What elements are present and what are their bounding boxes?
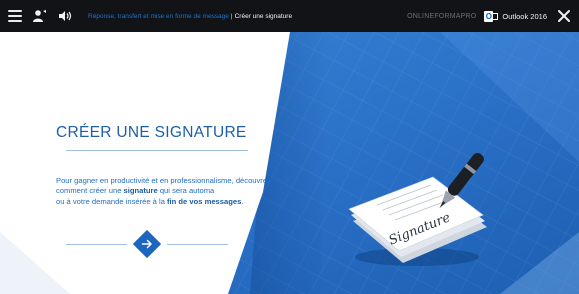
breadcrumb-current: Créer une signature — [234, 12, 293, 20]
title-divider — [66, 150, 248, 151]
nav-line-right — [167, 243, 228, 245]
top-bar-right: ONLINEFORMAPRO O Outlook 2016 — [407, 0, 579, 32]
hamburger-icon[interactable] — [8, 10, 22, 22]
navigation-row — [66, 229, 228, 259]
desc-keyword-end: fin de vos messages — [167, 196, 242, 206]
product-name: Outlook 2016 — [502, 11, 547, 21]
slide-title: Créer une signature — [56, 124, 247, 141]
next-button[interactable] — [132, 229, 162, 259]
nav-line-left — [66, 243, 127, 245]
breadcrumb: Réponse, transfert et mise en forme de m… — [88, 13, 292, 20]
slide-description: Pour gagner en productivité et en profes… — [56, 176, 282, 207]
close-icon[interactable] — [557, 9, 571, 23]
slide-stage: Signature Créer une signature Pour gagne… — [0, 32, 579, 294]
top-bar-left: Réponse, transfert et mise en forme de m… — [0, 0, 292, 32]
top-bar: Réponse, transfert et mise en forme de m… — [0, 0, 579, 32]
breadcrumb-section-link[interactable]: Réponse, transfert et mise en forme de m… — [88, 13, 229, 20]
brand-label: ONLINEFORMAPRO — [407, 12, 477, 20]
breadcrumb-separator: | — [230, 12, 233, 20]
slide-title-block: Créer une signature — [56, 124, 296, 141]
sound-icon[interactable] — [56, 8, 74, 24]
desc-text-4: . — [241, 196, 244, 206]
signature-illustration: Signature — [345, 149, 495, 275]
outlook-logo-icon: O — [484, 10, 499, 23]
arrow-right-icon — [141, 238, 153, 250]
user-icon[interactable] — [30, 8, 48, 24]
desc-text-2: qui sera automa — [157, 186, 215, 196]
desc-text-3: ou à votre demande insérée à la — [56, 196, 168, 206]
desc-keyword-signature: signature — [123, 186, 158, 196]
